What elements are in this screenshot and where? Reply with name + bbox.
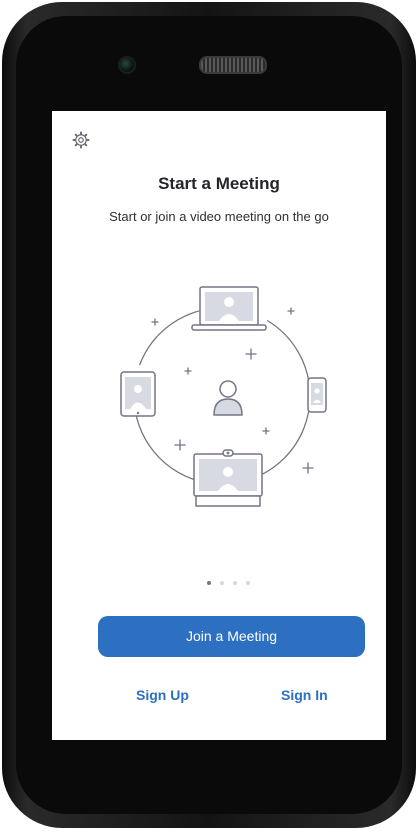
phone-frame: Start a Meeting Start or join a video me… <box>2 2 416 828</box>
earpiece-speaker <box>199 56 267 74</box>
page-dot[interactable] <box>220 581 224 585</box>
page-title: Start a Meeting <box>158 174 280 193</box>
page-indicator <box>207 581 250 585</box>
page-dot[interactable] <box>246 581 250 585</box>
gear-icon[interactable] <box>72 131 90 149</box>
app-screen: Start a Meeting Start or join a video me… <box>52 111 386 740</box>
sign-in-link[interactable]: Sign In <box>281 687 328 703</box>
join-meeting-button[interactable]: Join a Meeting <box>98 616 365 657</box>
sign-up-link[interactable]: Sign Up <box>136 687 189 703</box>
page-subtitle: Start or join a video meeting on the go <box>109 209 329 224</box>
page-dot[interactable] <box>233 581 237 585</box>
page-dot[interactable] <box>207 581 211 585</box>
front-camera <box>118 56 136 74</box>
devices-illustration <box>120 286 327 507</box>
phone-bezel: Start a Meeting Start or join a video me… <box>16 16 402 814</box>
